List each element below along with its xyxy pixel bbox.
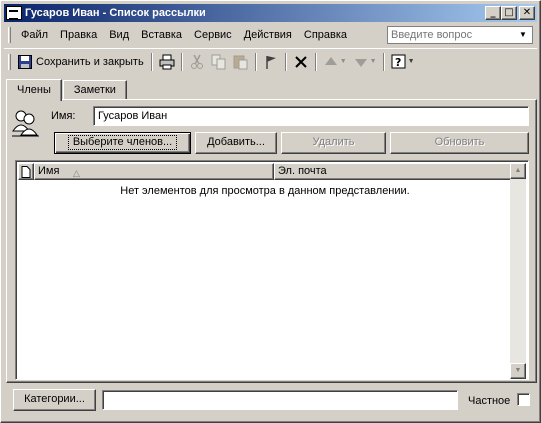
save-icon bbox=[17, 54, 33, 70]
toolbar-separator bbox=[314, 52, 317, 71]
chevron-down-icon[interactable]: ▼ bbox=[408, 58, 415, 65]
next-item-icon bbox=[353, 54, 369, 70]
select-members-label: Выберите членов... bbox=[67, 135, 178, 150]
window-controls: _ □ ✕ bbox=[485, 6, 535, 20]
chevron-down-icon[interactable]: ▼ bbox=[340, 58, 347, 65]
column-name[interactable]: Имя △ bbox=[34, 163, 274, 180]
paste-icon bbox=[233, 54, 249, 70]
cut-button[interactable] bbox=[186, 51, 208, 73]
save-and-close-button[interactable]: Сохранить и закрыть bbox=[15, 51, 148, 73]
toolbar-separator bbox=[150, 52, 153, 71]
ask-question-box: ▼ bbox=[387, 26, 533, 44]
help-icon: ? bbox=[391, 54, 407, 70]
private-checkbox[interactable] bbox=[517, 393, 530, 406]
copy-icon bbox=[211, 54, 227, 70]
document-icon bbox=[21, 165, 31, 178]
chevron-down-icon[interactable]: ▼ bbox=[516, 27, 530, 43]
paste-button[interactable] bbox=[230, 51, 252, 73]
delete-icon bbox=[293, 54, 309, 70]
distribution-list-icon bbox=[11, 107, 41, 137]
scroll-up-icon[interactable]: ▲ bbox=[510, 163, 526, 179]
scroll-down-icon[interactable]: ▼ bbox=[510, 363, 526, 379]
remove-button[interactable]: Удалить bbox=[281, 132, 386, 154]
column-name-label: Имя bbox=[38, 165, 60, 177]
name-label: Имя: bbox=[51, 110, 76, 122]
menu-bar: Файл Правка Вид Вставка Сервис Действия … bbox=[4, 24, 537, 46]
tab-notes[interactable]: Заметки bbox=[62, 80, 127, 100]
flag-icon bbox=[263, 54, 279, 70]
menu-file[interactable]: Файл bbox=[15, 27, 54, 43]
close-button[interactable]: ✕ bbox=[519, 6, 535, 20]
categories-field[interactable] bbox=[102, 390, 458, 410]
update-button[interactable]: Обновить bbox=[390, 132, 529, 154]
print-icon bbox=[159, 54, 175, 70]
distribution-list-window: Гусаров Иван - Список рассылки _ □ ✕ Фай… bbox=[0, 0, 541, 423]
toolbar-separator bbox=[284, 52, 287, 71]
minimize-button[interactable]: _ bbox=[485, 6, 501, 20]
toolbar-separator bbox=[254, 52, 257, 71]
chevron-down-icon[interactable]: ▼ bbox=[370, 58, 377, 65]
menu-edit[interactable]: Правка bbox=[54, 27, 103, 43]
menu-grip[interactable] bbox=[8, 27, 11, 43]
list-header: Имя △ Эл. почта bbox=[18, 163, 512, 180]
previous-item-icon bbox=[323, 54, 339, 70]
tab-members[interactable]: Члены bbox=[6, 79, 62, 101]
next-item-button[interactable]: ▼ bbox=[350, 51, 380, 73]
maximize-button[interactable]: □ bbox=[501, 6, 517, 20]
column-icon[interactable] bbox=[18, 163, 34, 180]
svg-text:?: ? bbox=[395, 56, 401, 69]
add-button[interactable]: Добавить... bbox=[195, 132, 277, 154]
select-members-button[interactable]: Выберите членов... bbox=[54, 132, 191, 154]
toolbar-separator bbox=[180, 52, 183, 71]
menu-actions[interactable]: Действия bbox=[238, 27, 298, 43]
title-bar[interactable]: Гусаров Иван - Список рассылки _ □ ✕ bbox=[4, 4, 537, 22]
window-title: Гусаров Иван - Список рассылки bbox=[25, 7, 206, 19]
distribution-list-icon bbox=[6, 6, 22, 20]
vertical-scrollbar[interactable]: ▲ ▼ bbox=[510, 163, 526, 379]
toolbar-separator bbox=[382, 52, 385, 71]
column-email-label: Эл. почта bbox=[278, 165, 327, 177]
save-and-close-label: Сохранить и закрыть bbox=[36, 55, 144, 68]
print-button[interactable] bbox=[156, 51, 178, 73]
menu-insert[interactable]: Вставка bbox=[135, 27, 188, 43]
cut-icon bbox=[189, 54, 205, 70]
help-button[interactable]: ? ▼ bbox=[388, 51, 418, 73]
flag-button[interactable] bbox=[260, 51, 282, 73]
members-list[interactable]: Имя △ Эл. почта Нет элементов для просмо… bbox=[15, 160, 529, 380]
copy-button[interactable] bbox=[208, 51, 230, 73]
empty-list-message: Нет элементов для просмотра в данном пре… bbox=[120, 185, 410, 197]
toolbar-grip[interactable] bbox=[8, 53, 11, 70]
delete-button[interactable] bbox=[290, 51, 312, 73]
sort-ascending-icon: △ bbox=[73, 168, 80, 178]
private-label: Частное bbox=[468, 395, 511, 407]
menu-help[interactable]: Справка bbox=[298, 27, 353, 43]
standard-toolbar: Сохранить и закрыть ▼ ▼ ? ▼ bbox=[4, 48, 537, 74]
tab-strip: Члены Заметки bbox=[6, 78, 128, 101]
ask-question-input[interactable] bbox=[388, 28, 516, 42]
column-email[interactable]: Эл. почта bbox=[274, 163, 512, 180]
menu-view[interactable]: Вид bbox=[103, 27, 135, 43]
categories-button[interactable]: Категории... bbox=[13, 389, 96, 411]
previous-item-button[interactable]: ▼ bbox=[320, 51, 350, 73]
name-field[interactable]: Гусаров Иван bbox=[93, 106, 529, 126]
menu-tools[interactable]: Сервис bbox=[188, 27, 238, 43]
